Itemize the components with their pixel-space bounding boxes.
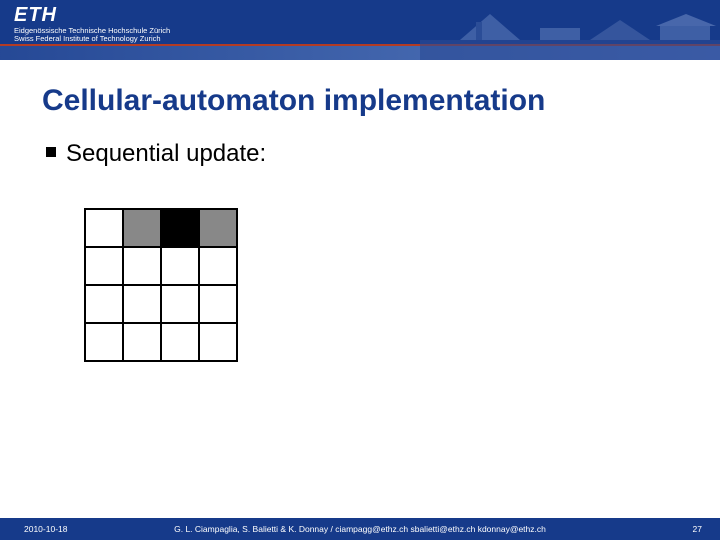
grid-row	[85, 209, 237, 247]
grid-cell	[199, 247, 237, 285]
grid-cell	[161, 323, 199, 361]
grid-cell	[123, 209, 161, 247]
grid-cell	[199, 209, 237, 247]
bullet-marker-icon	[46, 147, 56, 157]
bullet-item: Sequential update:	[46, 140, 266, 168]
grid-cell	[199, 285, 237, 323]
footer-authors: G. L. Ciampaglia, S. Balietti & K. Donna…	[0, 524, 720, 534]
grid-cell	[123, 285, 161, 323]
grid-cell	[123, 247, 161, 285]
footer-page-number: 27	[693, 524, 702, 534]
grid-cell	[123, 323, 161, 361]
grid-cell	[161, 285, 199, 323]
eth-logo-block: ETH Eidgenössische Technische Hochschule…	[14, 4, 170, 44]
ca-grid-container	[84, 208, 238, 362]
grid-cell	[85, 323, 123, 361]
grid-cell	[199, 323, 237, 361]
page-title: Cellular-automaton implementation	[42, 84, 545, 118]
grid-cell	[85, 209, 123, 247]
bullet-text: Sequential update:	[66, 140, 266, 168]
ca-grid	[84, 208, 238, 362]
grid-cell	[161, 209, 199, 247]
slide: ETH Eidgenössische Technische Hochschule…	[0, 0, 720, 540]
footer: 2010-10-18 G. L. Ciampaglia, S. Balietti…	[0, 518, 720, 540]
header-bottom-bar	[0, 46, 720, 60]
grid-row	[85, 323, 237, 361]
header-band: ETH Eidgenössische Technische Hochschule…	[0, 0, 720, 62]
eth-subtext-en: Swiss Federal Institute of Technology Zu…	[14, 35, 170, 43]
grid-cell	[85, 285, 123, 323]
eth-logo-text: ETH	[14, 4, 170, 27]
grid-row	[85, 285, 237, 323]
grid-row	[85, 247, 237, 285]
grid-cell	[85, 247, 123, 285]
grid-cell	[161, 247, 199, 285]
